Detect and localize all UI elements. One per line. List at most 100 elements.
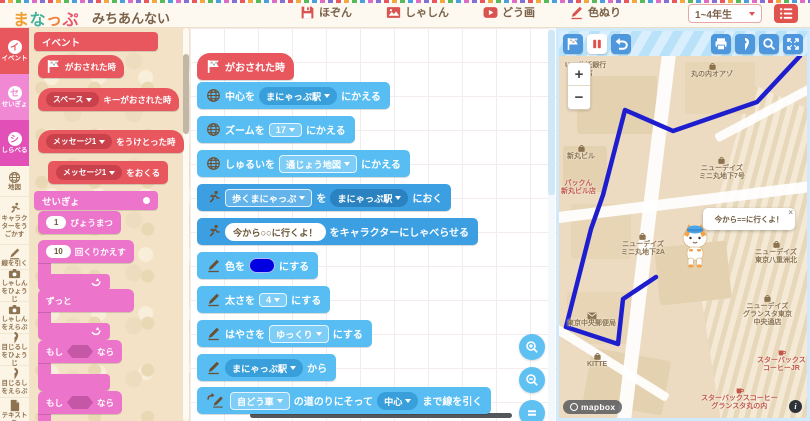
sidebar-item-control[interactable]: セせいぎょ	[0, 74, 29, 120]
sidebar-item-text[interactable]: テキストを	[0, 398, 29, 421]
close-icon[interactable]: ×	[788, 208, 793, 217]
run-flag-button[interactable]	[563, 34, 583, 54]
dropdown[interactable]: 4	[259, 293, 287, 307]
palette-hat-block[interactable]: スペースキーがおされた時	[38, 88, 179, 111]
sidebar-item-pick-photo[interactable]: しゃしんをえらぶ	[0, 302, 29, 334]
block-label: ずっと	[46, 295, 72, 307]
code-block[interactable]: 太さを4にする	[197, 286, 330, 313]
save-button[interactable]: ほぞん	[300, 4, 352, 20]
photo-button[interactable]: しゃしん	[386, 4, 449, 20]
number-input[interactable]: 10	[46, 245, 71, 258]
dropdown[interactable]: 17	[269, 123, 302, 137]
c-block-top[interactable]: ずっと	[38, 289, 134, 312]
condition-slot[interactable]	[67, 396, 93, 409]
chevron-down-icon	[395, 196, 401, 200]
locate-button[interactable]	[735, 34, 755, 54]
topbar-actions: ほぞん しゃしん どう画 色ぬり	[300, 4, 621, 20]
code-canvas[interactable]: がおされた時中心をまにゃっぷ駅にかえるズームを17にかえるしゅるいを通じょう地図…	[190, 28, 556, 421]
save-icon	[300, 5, 315, 20]
zoom-reset-button[interactable]	[519, 400, 545, 421]
dropdown[interactable]: メッセージ1	[46, 134, 112, 149]
zoom-in-button[interactable]	[519, 334, 545, 360]
map-zoom-in-button[interactable]: +	[568, 63, 590, 86]
sidebar-item-show-photo[interactable]: しゃしんをひょうじ	[0, 270, 29, 302]
c-block-top[interactable]: 10回くりかえす	[38, 240, 134, 263]
c-block-spine	[38, 312, 51, 323]
number-input[interactable]: 1	[46, 216, 66, 229]
chevron-down-icon	[290, 366, 296, 370]
block-label: ズームを	[225, 122, 265, 137]
palette-c-block[interactable]: 10回くりかえす	[38, 240, 134, 293]
color-swatch[interactable]	[249, 258, 275, 273]
c-block-bottom[interactable]	[38, 323, 110, 340]
map-canvas[interactable]: UFJ信託銀行 本店丸の内オアゾ新丸ビルパックん 新丸ビル店ニューデイズ ミニ丸…	[559, 56, 807, 418]
code-block[interactable]: 中心をまにゃっぷ駅にかえる	[197, 82, 390, 109]
doc-icon	[8, 399, 21, 412]
poi-label-text: ニューデイズ ミニ丸地下7号	[699, 165, 745, 181]
print-button[interactable]	[711, 34, 731, 54]
code-block[interactable]: ズームを17にかえる	[197, 116, 355, 143]
code-block[interactable]: 今から○○に行くよ！をキャラクターにしゃべらせる	[197, 218, 478, 245]
code-block[interactable]: 色をにする	[197, 252, 318, 279]
pencil-icon	[206, 258, 221, 273]
sidebar-item-sensing[interactable]: シしらべる	[0, 120, 29, 166]
chevron-down-icon	[109, 171, 115, 175]
dropdown[interactable]: 自どう車	[230, 392, 290, 410]
dropdown[interactable]: 歩くまにゃっぷ	[225, 189, 312, 207]
loop-icon	[90, 326, 102, 337]
code-block[interactable]: 自どう車の道のりにそって中心まで線を引く	[197, 387, 491, 414]
palette-c-block[interactable]: もしなら	[38, 340, 122, 396]
dropdown[interactable]: まにゃっぷ駅	[259, 87, 337, 105]
c-block-top[interactable]: もしなら	[38, 391, 122, 414]
chevron-down-icon	[324, 94, 330, 98]
palette-block[interactable]: 1びょうまつ	[38, 211, 121, 234]
globe-icon	[8, 171, 21, 184]
dropdown[interactable]: メッセージ1	[56, 165, 122, 180]
code-block[interactable]: しゅるいを通じょう地図にかえる	[197, 150, 410, 177]
code-block[interactable]: 歩くまにゃっぷをまにゃっぷ駅におく	[197, 184, 451, 211]
undo-button[interactable]	[611, 34, 631, 54]
block-label: がおされた時	[65, 61, 116, 73]
condition-slot[interactable]	[67, 345, 93, 358]
palette-hat-block[interactable]: メッセージ1をうけとった時	[38, 130, 184, 153]
code-block[interactable]: はやさをゆっくりにする	[197, 320, 372, 347]
palette-section-header[interactable]: イベント	[34, 32, 158, 51]
grade-select[interactable]: 1~4年生	[688, 4, 762, 23]
dropdown[interactable]: ゆっくり	[269, 325, 329, 343]
palette-block[interactable]: メッセージ1をおくる	[48, 161, 168, 184]
palette-c-block[interactable]: ずっと	[38, 289, 134, 342]
paint-button[interactable]: 色ぬり	[569, 4, 621, 20]
map-zoom-out-button[interactable]: −	[568, 86, 590, 109]
menu-button[interactable]	[774, 4, 798, 23]
sidebar-item-label: 地図	[7, 184, 22, 192]
palette-scrollbar-thumb[interactable]	[183, 54, 189, 134]
palette-section-header[interactable]: せいぎょ	[34, 191, 158, 210]
runner-icon	[206, 190, 221, 205]
sidebar-item-move-character[interactable]: キャラクターをうごかす	[0, 197, 29, 245]
video-button[interactable]: どう画	[483, 4, 535, 20]
vertical-scrollbar-thumb[interactable]	[548, 30, 555, 195]
globe-icon	[206, 122, 221, 137]
code-block[interactable]: まにゃっぷ駅から	[197, 354, 336, 381]
search-button[interactable]	[759, 34, 779, 54]
dropdown[interactable]: 通じょう地図	[279, 155, 357, 173]
dropdown[interactable]: まにゃっぷ駅	[330, 189, 408, 207]
dropdown[interactable]: まにゃっぷ駅	[225, 359, 303, 377]
palette-hat-block[interactable]: がおされた時	[38, 55, 124, 78]
pause-button[interactable]	[587, 34, 607, 54]
block-label: なら	[97, 397, 114, 409]
text-input[interactable]: 今から○○に行くよ！	[225, 223, 326, 241]
zoom-out-button[interactable]	[519, 367, 545, 393]
c-block-top[interactable]: もしなら	[38, 340, 122, 363]
sidebar-item-map[interactable]: 地図	[0, 166, 29, 197]
fullscreen-button[interactable]	[783, 34, 803, 54]
c-block-bottom[interactable]	[38, 374, 110, 391]
sidebar-item-event[interactable]: イイベント	[0, 28, 29, 74]
dropdown[interactable]: 中心	[377, 392, 418, 410]
info-icon[interactable]: i	[789, 400, 802, 413]
sidebar-item-show-marker[interactable]: 目じるしをひょうじ	[0, 334, 29, 366]
palette-c-block[interactable]: もしなら	[38, 391, 122, 421]
code-hat-block[interactable]: がおされた時	[197, 53, 294, 80]
sidebar-item-pick-marker[interactable]: 目じるしをえらぶ	[0, 366, 29, 398]
dropdown[interactable]: スペース	[46, 92, 99, 107]
